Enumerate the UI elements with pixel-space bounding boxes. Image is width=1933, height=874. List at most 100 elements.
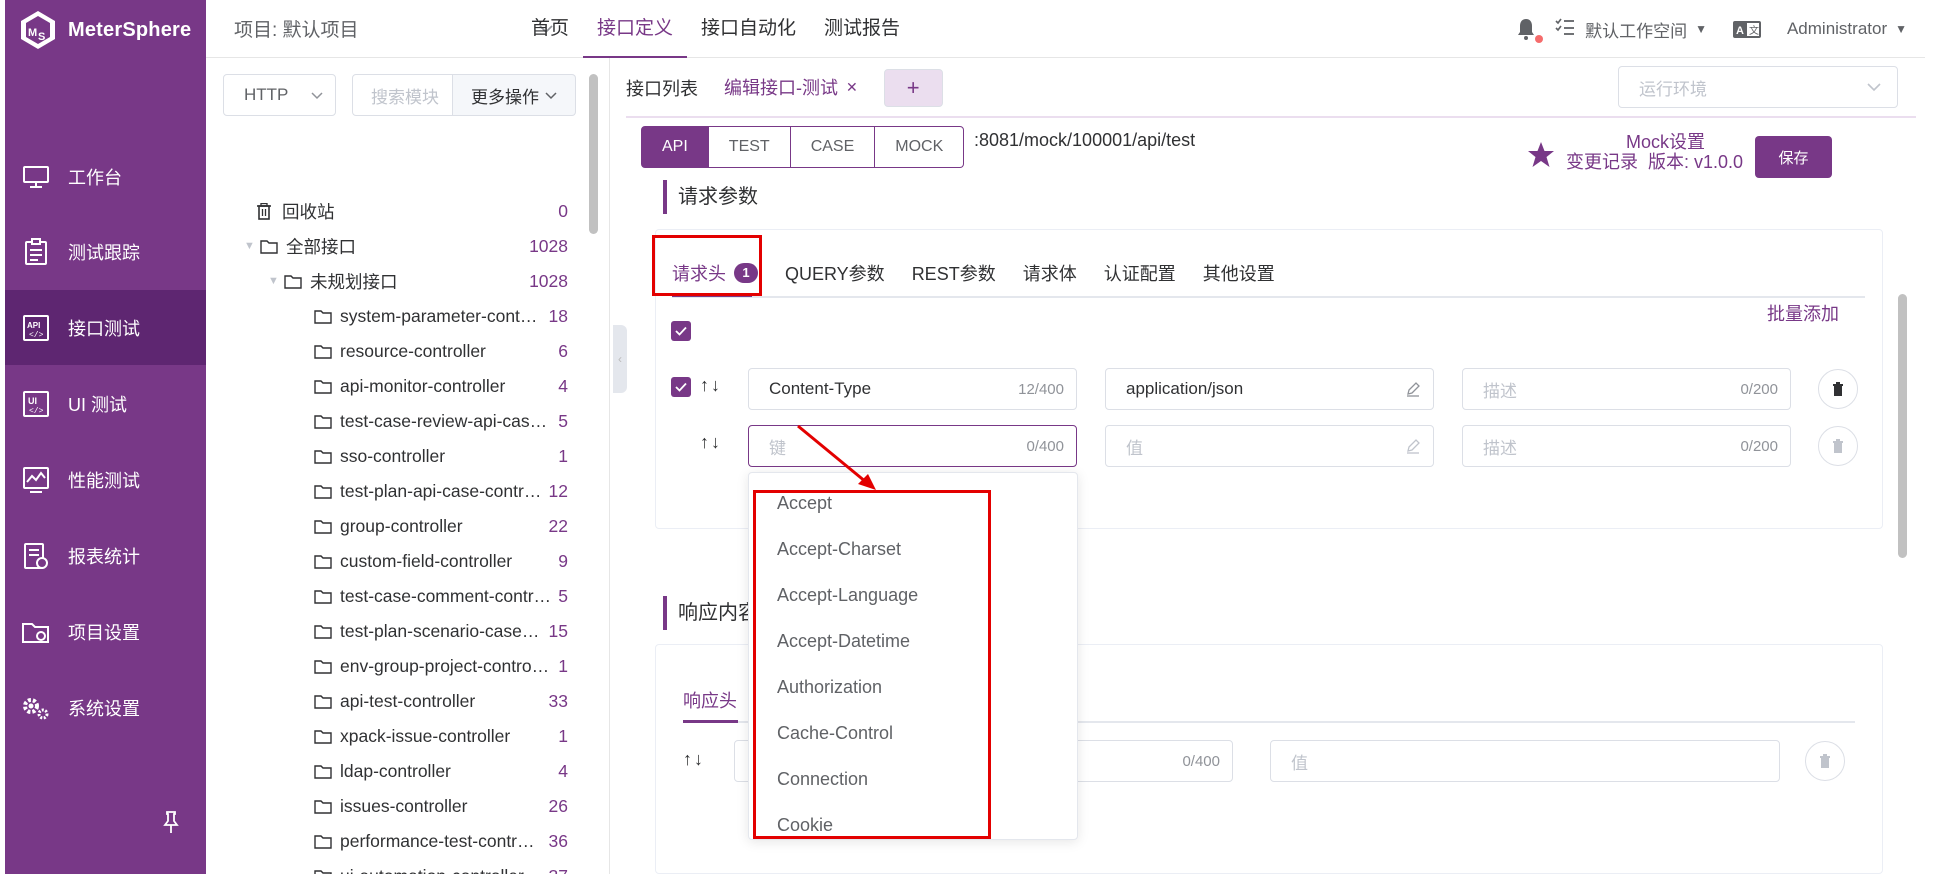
nav-item-performance[interactable]: 性能测试	[5, 442, 206, 517]
tree-node-label: custom-field-controller	[340, 550, 513, 571]
tree-node-module[interactable]: performance-test-controller 36	[314, 824, 568, 858]
delete-row-button[interactable]	[1818, 426, 1858, 466]
mode-test-button[interactable]: TEST	[708, 126, 791, 168]
tree-node-count: 4	[558, 760, 568, 781]
tree-node-label: 未规划接口	[310, 271, 398, 292]
sort-arrows-icon[interactable]: ↑↓	[683, 749, 705, 770]
more-operations-button[interactable]: 更多操作	[453, 74, 576, 116]
highlight-box-request-headers	[652, 235, 762, 296]
star-icon[interactable]	[1526, 140, 1556, 170]
tab-request-body[interactable]: 请求体	[1023, 260, 1077, 286]
user-name[interactable]: Administrator	[1787, 19, 1887, 39]
metersphere-logo-icon: M S	[21, 11, 55, 49]
tab-other-settings[interactable]: 其他设置	[1203, 260, 1275, 286]
protocol-select[interactable]: HTTP	[223, 74, 336, 116]
mock-url: :8081/mock/100001/api/test	[974, 130, 1196, 150]
save-button[interactable]: 保存	[1755, 136, 1832, 178]
tree-node-module[interactable]: custom-field-controller 9	[314, 544, 568, 578]
folder-icon	[284, 273, 303, 289]
tab-edit-api[interactable]: 编辑接口-测试 ✕	[724, 58, 858, 118]
tree-node-module[interactable]: system-parameter-controller 18	[314, 299, 568, 333]
tree-node-module[interactable]: api-monitor-controller 4	[314, 369, 568, 403]
caret-down-icon[interactable]: ▼	[1695, 22, 1707, 36]
tree-node-module[interactable]: ui-automation-controller 37	[314, 859, 568, 874]
version-label[interactable]: 版本: v1.0.0	[1648, 148, 1743, 174]
mode-api-button[interactable]: API	[641, 126, 709, 168]
tab-label: 接口列表	[626, 79, 698, 99]
nav-item-reports[interactable]: 报表统计	[5, 518, 206, 593]
batch-add-link[interactable]: 批量添加	[1767, 300, 1839, 326]
nav-item-system-settings[interactable]: 系统设置	[5, 670, 206, 745]
change-log-link[interactable]: 变更记录	[1566, 148, 1638, 174]
header-key-input[interactable]: Content-Type 12/400	[748, 368, 1077, 410]
tab-auth-config[interactable]: 认证配置	[1104, 260, 1176, 286]
pin-icon[interactable]	[162, 810, 180, 840]
response-value-input[interactable]: 值	[1270, 740, 1780, 782]
edit-pen-icon[interactable]	[1405, 438, 1421, 454]
sort-arrows-icon[interactable]: ↑↓	[700, 375, 722, 396]
menu-api-automation[interactable]: 接口自动化	[687, 0, 810, 58]
workspace-name[interactable]: 默认工作空间	[1585, 17, 1687, 42]
tree-node-module[interactable]: issues-controller 26	[314, 789, 568, 823]
tree-node-module[interactable]: test-case-review-api-case-controller5	[314, 404, 568, 438]
sort-arrows-icon[interactable]: ↑↓	[700, 432, 722, 453]
tree-node-module[interactable]: sso-controller 1	[314, 439, 568, 473]
active-tab-indicator	[683, 720, 738, 723]
tree-node-unplanned[interactable]: ▼ 未规划接口 1028	[268, 264, 568, 298]
caret-down-icon[interactable]: ▼	[268, 275, 284, 287]
row-checkbox[interactable]	[671, 377, 691, 397]
edit-pen-icon[interactable]	[1405, 381, 1421, 397]
tree-node-recycle[interactable]: 回收站 0	[256, 194, 568, 228]
header-desc-input[interactable]: 描述 0/200	[1462, 368, 1791, 410]
module-search-input[interactable]: 搜索模块	[352, 74, 453, 116]
svg-text:S: S	[38, 31, 45, 43]
app-logo[interactable]: M S MeterSphere	[17, 10, 191, 50]
folder-icon	[314, 623, 333, 639]
add-tab-button[interactable]: +	[883, 69, 943, 107]
project-select[interactable]: 项目: 默认项目	[234, 15, 553, 42]
tree-node-all[interactable]: ▼ 全部接口 1028	[244, 229, 568, 263]
tab-response-headers[interactable]: 响应头	[683, 687, 737, 713]
tree-node-module[interactable]: xpack-issue-controller 1	[314, 719, 568, 753]
folder-icon	[314, 868, 333, 874]
nav-item-test-tracking[interactable]: 测试跟踪	[5, 214, 206, 289]
tree-node-module[interactable]: test-plan-api-case-controller 12	[314, 474, 568, 508]
tree-node-module[interactable]: api-test-controller 33	[314, 684, 568, 718]
report-icon	[21, 541, 51, 571]
mode-case-button[interactable]: CASE	[790, 126, 876, 168]
delete-row-button[interactable]	[1818, 369, 1858, 409]
tree-node-module[interactable]: test-plan-scenario-case-controller15	[314, 614, 568, 648]
menu-api-definition[interactable]: 接口定义	[583, 0, 688, 58]
menu-home[interactable]: 首页	[517, 0, 583, 58]
tab-api-list[interactable]: 接口列表	[626, 58, 698, 118]
tree-node-module[interactable]: env-group-project-controller 1	[314, 649, 568, 683]
language-icon[interactable]: A文	[1732, 20, 1761, 38]
tree-scrollbar[interactable]	[589, 74, 598, 234]
nav-item-api-test[interactable]: API </> 接口测试	[5, 290, 206, 365]
nav-item-workbench[interactable]: 工作台	[5, 139, 206, 214]
main-scrollbar[interactable]	[1898, 294, 1907, 558]
run-environment-select[interactable]: 运行环境	[1618, 66, 1898, 108]
tree-node-module[interactable]: ldap-controller 4	[314, 754, 568, 788]
tab-rest-params[interactable]: REST参数	[912, 260, 996, 286]
caret-down-icon[interactable]: ▼	[1895, 22, 1907, 36]
tab-query-params[interactable]: QUERY参数	[785, 260, 885, 286]
delete-row-button[interactable]	[1805, 741, 1845, 781]
nav-item-project-settings[interactable]: 项目设置	[5, 594, 206, 669]
mode-mock-button[interactable]: MOCK	[875, 126, 965, 168]
tree-node-count: 5	[558, 585, 568, 606]
tree-node-module[interactable]: resource-controller 6	[314, 334, 568, 368]
select-all-checkbox[interactable]	[671, 321, 691, 341]
header-desc-input[interactable]: 描述 0/200	[1462, 425, 1791, 467]
menu-test-report[interactable]: 测试报告	[810, 0, 914, 58]
header-value-input[interactable]: 值	[1105, 425, 1434, 467]
header-value-input[interactable]: application/json	[1105, 368, 1434, 410]
nav-item-ui-test[interactable]: UI </> UI 测试	[5, 366, 206, 441]
folder-icon	[314, 693, 333, 709]
bell-icon[interactable]	[1515, 17, 1544, 43]
tree-node-module[interactable]: group-controller 22	[314, 509, 568, 543]
tree-node-label: 全部接口	[286, 236, 356, 257]
close-icon[interactable]: ✕	[846, 79, 858, 96]
tree-node-module[interactable]: test-case-comment-controller 5	[314, 579, 568, 613]
caret-down-icon[interactable]: ▼	[244, 240, 260, 252]
